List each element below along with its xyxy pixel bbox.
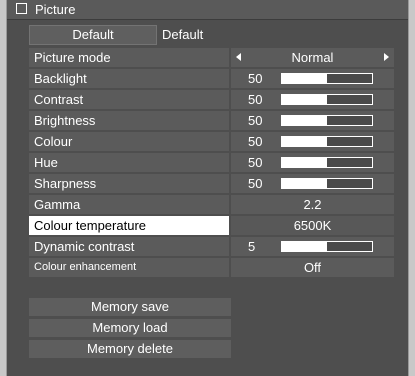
setting-row-sharpness[interactable]: Sharpness 50: [29, 174, 394, 193]
setting-label: Colour temperature: [29, 216, 229, 235]
setting-value-text: Normal: [291, 50, 334, 65]
setting-label: Colour: [29, 132, 229, 151]
setting-value[interactable]: 50: [231, 153, 394, 172]
setting-value[interactable]: 50: [231, 111, 394, 130]
level-slider[interactable]: [281, 73, 373, 84]
setting-label: Picture mode: [29, 48, 229, 67]
setting-value[interactable]: 50: [231, 174, 394, 193]
default-value: Default: [162, 27, 204, 42]
setting-value-text: Off: [303, 260, 322, 275]
level-slider-fill: [282, 116, 327, 125]
setting-label: Colour enhancement: [29, 258, 229, 277]
setting-label: Gamma: [29, 195, 229, 214]
level-slider-fill: [282, 158, 327, 167]
setting-row-hue[interactable]: Hue 50: [29, 153, 394, 172]
title-bar: Picture: [7, 0, 408, 20]
level-slider[interactable]: [281, 157, 373, 168]
setting-row-colour-temperature[interactable]: Colour temperature 6500K: [29, 216, 394, 235]
setting-number: 50: [248, 71, 263, 86]
setting-label: Hue: [29, 153, 229, 172]
setting-label: Dynamic contrast: [29, 237, 229, 256]
setting-row-colour[interactable]: Colour 50: [29, 132, 394, 151]
setting-row-dynamic-contrast[interactable]: Dynamic contrast 5: [29, 237, 394, 256]
setting-row-gamma[interactable]: Gamma 2.2: [29, 195, 394, 214]
setting-number: 5: [248, 239, 256, 254]
setting-value[interactable]: 50: [231, 90, 394, 109]
memory-save-button[interactable]: Memory save: [29, 298, 231, 316]
setting-row-picture-mode[interactable]: Picture mode Normal: [29, 48, 394, 67]
level-slider-fill: [282, 242, 327, 251]
level-slider-fill: [282, 137, 327, 146]
level-slider[interactable]: [281, 241, 373, 252]
checkbox-icon[interactable]: [16, 3, 27, 14]
setting-number: 50: [248, 113, 263, 128]
level-slider-fill: [282, 74, 327, 83]
setting-row-brightness[interactable]: Brightness 50: [29, 111, 394, 130]
memory-load-button[interactable]: Memory load: [29, 319, 231, 337]
setting-number: 50: [248, 134, 263, 149]
setting-row-backlight[interactable]: Backlight 50: [29, 69, 394, 88]
setting-number: 50: [248, 92, 263, 107]
memory-delete-button[interactable]: Memory delete: [29, 340, 231, 358]
level-slider[interactable]: [281, 178, 373, 189]
default-button[interactable]: Default: [29, 25, 157, 45]
setting-label: Sharpness: [29, 174, 229, 193]
setting-value[interactable]: Off: [231, 258, 394, 277]
setting-value[interactable]: 50: [231, 132, 394, 151]
setting-number: 50: [248, 155, 263, 170]
level-slider-fill: [282, 179, 327, 188]
setting-row-colour-enhancement[interactable]: Colour enhancement Off: [29, 258, 394, 277]
setting-label: Contrast: [29, 90, 229, 109]
setting-label: Brightness: [29, 111, 229, 130]
setting-value[interactable]: Normal: [231, 48, 394, 67]
setting-value[interactable]: 5: [231, 237, 394, 256]
window-title: Picture: [35, 2, 76, 17]
level-slider[interactable]: [281, 136, 373, 147]
arrow-right-icon[interactable]: [384, 53, 389, 61]
setting-value-text: 6500K: [293, 218, 332, 233]
level-slider[interactable]: [281, 94, 373, 105]
picture-window: Picture Default Default Picture mode Norm…: [6, 0, 409, 376]
setting-value[interactable]: 50: [231, 69, 394, 88]
setting-value[interactable]: 2.2: [231, 195, 394, 214]
setting-value[interactable]: 6500K: [231, 216, 394, 235]
level-slider[interactable]: [281, 115, 373, 126]
setting-number: 50: [248, 176, 263, 191]
level-slider-fill: [282, 95, 327, 104]
setting-value-text: 2.2: [303, 197, 322, 212]
setting-row-contrast[interactable]: Contrast 50: [29, 90, 394, 109]
setting-label: Backlight: [29, 69, 229, 88]
